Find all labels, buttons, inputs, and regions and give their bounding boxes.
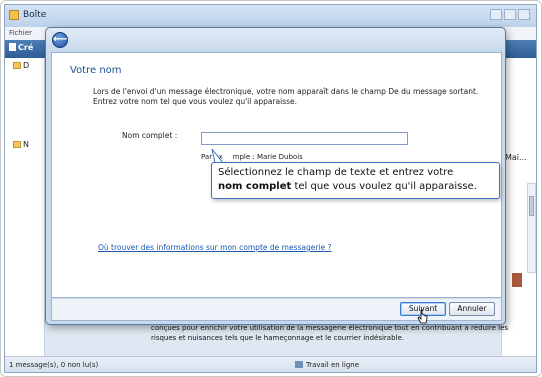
account-info-help-link[interactable]: Où trouver des informations sur mon comp… [98,243,332,252]
minimize-button[interactable] [490,9,502,20]
status-online: Travail en ligne [295,361,359,369]
back-arrow-icon: ⟵ [53,34,68,45]
folder-tree: D N [5,58,45,358]
message-flag [512,273,522,287]
network-icon [295,361,303,368]
scrollbar[interactable] [527,183,536,273]
new-message-icon [9,43,16,51]
preview-text: conçues pour enrichir votre utilisation … [151,324,509,342]
dialog-header: ⟵ [46,28,505,52]
tree-item-1[interactable]: D [13,61,29,70]
callout-line-2: tel que vous voulez qu'il apparaisse. [291,181,477,192]
folder-icon [13,62,21,69]
window-controls [490,9,530,20]
page-title: Votre nom [70,65,122,76]
app-title: Boîte [23,10,47,20]
status-message-count: 1 message(s), 0 non lu(s) [9,361,99,369]
status-bar: 1 message(s), 0 non lu(s) Travail en lig… [5,356,536,372]
instruction-callout: Sélectionnez le champ de texte et entrez… [211,162,500,199]
maximize-button[interactable] [504,9,516,20]
create-label: Cré [18,43,34,52]
tree-item-2[interactable]: N [13,140,29,149]
cancel-button[interactable]: Annuler [449,302,495,316]
full-name-input[interactable] [201,132,408,145]
dialog-footer: Suivant Annuler [51,298,502,324]
folder-icon [13,141,21,148]
full-name-label: Nom complet : [122,131,178,140]
message-column-header[interactable]: Mai... [505,153,527,162]
back-button[interactable]: ⟵ [52,32,68,48]
callout-line-1: Sélectionnez le champ de texte et entrez… [218,167,454,178]
screenshot-frame: Boîte Fichier Cré D N Mai... conçues pou… [0,0,542,377]
mouse-cursor-icon [417,309,428,324]
intro-text: Lors de l'envoi d'un message électroniqu… [93,87,479,106]
app-icon [9,10,19,20]
create-button[interactable]: Cré [9,43,33,52]
callout-text: Sélectionnez le champ de texte et entrez… [218,166,493,194]
scrollbar-thumb[interactable] [529,196,534,216]
message-list-pane: Mai... [501,58,536,358]
close-button[interactable] [518,9,530,20]
callout-bold-term: nom complet [218,181,292,192]
app-titlebar: Boîte [5,5,536,27]
menu-file[interactable]: Fichier [9,29,32,37]
